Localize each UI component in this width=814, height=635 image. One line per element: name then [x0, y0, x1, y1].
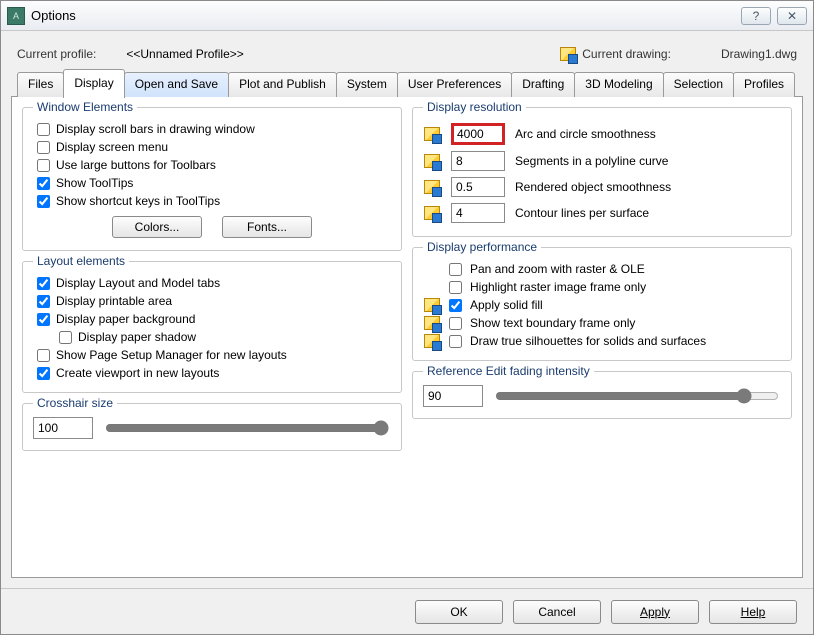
contour-lines-input[interactable]	[451, 203, 505, 223]
drawing-icon	[424, 334, 440, 348]
group-display-resolution: Display resolution Arc and circle smooth…	[412, 107, 792, 237]
current-drawing-value: Drawing1.dwg	[721, 47, 797, 61]
chk-shortcut-keys[interactable]	[37, 195, 50, 208]
chk-create-viewport[interactable]	[37, 367, 50, 380]
drawing-icon	[424, 316, 440, 330]
legend-display-performance: Display performance	[423, 240, 541, 254]
ok-button[interactable]: OK	[415, 600, 503, 624]
help-button-icon[interactable]: ?	[741, 7, 771, 25]
chk-apply-solid-fill[interactable]	[449, 299, 462, 312]
tab-drafting[interactable]: Drafting	[511, 72, 575, 97]
app-icon: A	[7, 7, 25, 25]
contour-lines-label: Contour lines per surface	[515, 206, 781, 220]
drawing-icon	[424, 298, 440, 312]
tab-display[interactable]: Display	[63, 69, 124, 98]
rendered-smoothness-label: Rendered object smoothness	[515, 180, 781, 194]
lbl-screen-menu: Display screen menu	[56, 140, 168, 154]
close-icon[interactable]: ✕	[777, 7, 807, 25]
legend-display-resolution: Display resolution	[423, 100, 526, 114]
tab-user-preferences[interactable]: User Preferences	[397, 72, 512, 97]
crosshair-size-input[interactable]	[33, 417, 93, 439]
lbl-paper-background: Display paper background	[56, 312, 195, 326]
chk-true-silhouettes[interactable]	[449, 335, 462, 348]
legend-layout-elements: Layout elements	[33, 254, 129, 268]
chk-printable-area[interactable]	[37, 295, 50, 308]
drawing-icon	[424, 206, 440, 220]
colors-button[interactable]: Colors...	[112, 216, 202, 238]
group-window-elements: Window Elements Display scroll bars in d…	[22, 107, 402, 251]
group-display-performance: Display performance Pan and zoom with ra…	[412, 247, 792, 361]
chk-layout-model-tabs[interactable]	[37, 277, 50, 290]
chk-pan-zoom-raster[interactable]	[449, 263, 462, 276]
current-profile-value: <<Unnamed Profile>>	[126, 47, 243, 61]
legend-window-elements: Window Elements	[33, 100, 137, 114]
chk-show-tooltips[interactable]	[37, 177, 50, 190]
cancel-button[interactable]: Cancel	[513, 600, 601, 624]
client-area: Current profile: <<Unnamed Profile>> Cur…	[1, 31, 813, 588]
lbl-apply-solid-fill: Apply solid fill	[470, 298, 543, 312]
footer-buttons: OK Cancel Apply Help	[1, 588, 813, 634]
chk-paper-shadow[interactable]	[59, 331, 72, 344]
lbl-printable-area: Display printable area	[56, 294, 172, 308]
window-title: Options	[31, 8, 741, 23]
window-controls: ? ✕	[741, 7, 807, 25]
polyline-segments-input[interactable]	[451, 151, 505, 171]
lbl-layout-model-tabs: Display Layout and Model tabs	[56, 276, 220, 290]
lbl-highlight-raster: Highlight raster image frame only	[470, 280, 646, 294]
right-column: Display resolution Arc and circle smooth…	[412, 107, 792, 567]
lbl-page-setup-manager: Show Page Setup Manager for new layouts	[56, 348, 287, 362]
lbl-show-tooltips: Show ToolTips	[56, 176, 133, 190]
left-column: Window Elements Display scroll bars in d…	[22, 107, 402, 567]
legend-crosshair-size: Crosshair size	[33, 396, 117, 410]
ref-edit-fading-input[interactable]	[423, 385, 483, 407]
lbl-true-silhouettes: Draw true silhouettes for solids and sur…	[470, 334, 706, 348]
chk-text-boundary[interactable]	[449, 317, 462, 330]
tab-plot-and-publish[interactable]: Plot and Publish	[228, 72, 337, 97]
rendered-smoothness-input[interactable]	[451, 177, 505, 197]
tab-system[interactable]: System	[336, 72, 398, 97]
group-ref-edit-fading: Reference Edit fading intensity	[412, 371, 792, 419]
arc-smoothness-label: Arc and circle smoothness	[515, 127, 781, 141]
apply-button[interactable]: Apply	[611, 600, 699, 624]
chk-screen-menu[interactable]	[37, 141, 50, 154]
crosshair-size-slider[interactable]	[105, 418, 389, 438]
tab-selection[interactable]: Selection	[663, 72, 734, 97]
current-profile-label: Current profile:	[17, 47, 96, 61]
drawing-icon	[424, 127, 440, 141]
tab-3d-modeling[interactable]: 3D Modeling	[574, 72, 663, 97]
group-layout-elements: Layout elements Display Layout and Model…	[22, 261, 402, 393]
lbl-shortcut-keys: Show shortcut keys in ToolTips	[56, 194, 220, 208]
tab-open-and-save[interactable]: Open and Save	[124, 72, 229, 97]
drawing-icon	[424, 180, 440, 194]
tab-files[interactable]: Files	[17, 72, 64, 97]
chk-large-buttons[interactable]	[37, 159, 50, 172]
chk-page-setup-manager[interactable]	[37, 349, 50, 362]
tab-profiles[interactable]: Profiles	[733, 72, 795, 97]
options-dialog: A Options ? ✕ Current profile: <<Unnamed…	[0, 0, 814, 635]
lbl-scroll-bars: Display scroll bars in drawing window	[56, 122, 255, 136]
drawing-icon	[424, 154, 440, 168]
titlebar: A Options ? ✕	[1, 1, 813, 31]
polyline-segments-label: Segments in a polyline curve	[515, 154, 781, 168]
chk-scroll-bars[interactable]	[37, 123, 50, 136]
tabstrip: Files Display Open and Save Plot and Pub…	[11, 71, 803, 97]
drawing-icon	[560, 47, 576, 61]
ref-edit-fading-slider[interactable]	[495, 386, 779, 406]
group-crosshair-size: Crosshair size	[22, 403, 402, 451]
profile-row: Current profile: <<Unnamed Profile>> Cur…	[17, 43, 797, 65]
legend-ref-edit-fading: Reference Edit fading intensity	[423, 364, 594, 378]
chk-paper-background[interactable]	[37, 313, 50, 326]
lbl-pan-zoom-raster: Pan and zoom with raster & OLE	[470, 262, 645, 276]
lbl-create-viewport: Create viewport in new layouts	[56, 366, 219, 380]
help-button[interactable]: Help	[709, 600, 797, 624]
chk-highlight-raster[interactable]	[449, 281, 462, 294]
arc-smoothness-input[interactable]	[451, 123, 505, 145]
fonts-button[interactable]: Fonts...	[222, 216, 312, 238]
current-drawing-label: Current drawing:	[582, 47, 671, 61]
tab-page-display: Window Elements Display scroll bars in d…	[11, 96, 803, 578]
lbl-paper-shadow: Display paper shadow	[78, 330, 196, 344]
lbl-text-boundary: Show text boundary frame only	[470, 316, 635, 330]
lbl-large-buttons: Use large buttons for Toolbars	[56, 158, 216, 172]
